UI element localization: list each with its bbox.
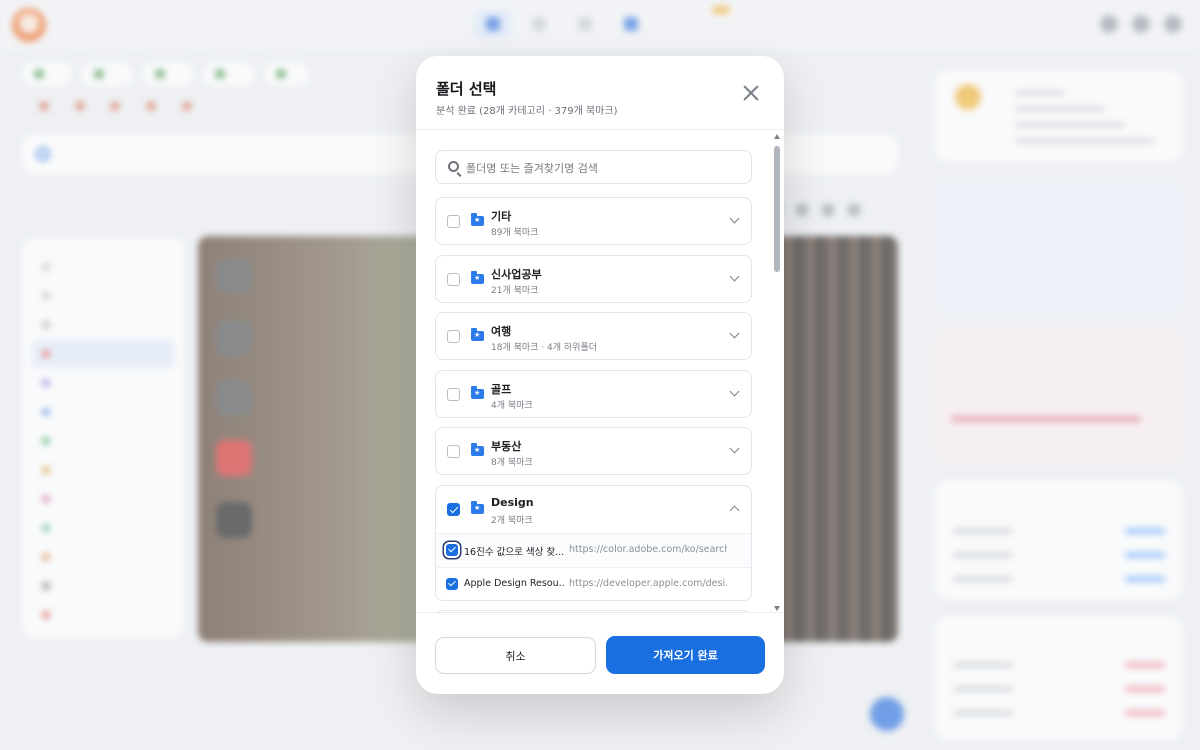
- scrollbar[interactable]: [773, 130, 781, 612]
- folder-name: 기타: [491, 210, 512, 223]
- folder-meta: 2개 북마크: [491, 516, 533, 526]
- bookmark-title: Apple Design Resou...: [464, 578, 564, 589]
- folder-meta: 89개 북마크: [491, 228, 539, 238]
- bookmark-title: 16진수 값으로 색상 찾...: [464, 547, 564, 558]
- bookmark-row[interactable]: Apple Design Resou... https://developer.…: [436, 567, 751, 600]
- folder-item-golf[interactable]: 골프 4개 북마크: [435, 370, 752, 418]
- bookmark-checkbox-checked[interactable]: [446, 578, 458, 590]
- folder-star-icon: [471, 271, 484, 284]
- folder-list-area[interactable]: 기타 89개 북마크 신사업공부 21개 북마크 여행 18개 북마크 · 4개…: [416, 130, 784, 612]
- folder-star-icon: [471, 443, 484, 456]
- scroll-down-arrow-icon[interactable]: [774, 606, 780, 611]
- close-icon[interactable]: [742, 84, 760, 102]
- scrollbar-thumb[interactable]: [774, 146, 780, 272]
- folder-item-travel[interactable]: 여행 18개 북마크 · 4개 하위폴더: [435, 312, 752, 360]
- folder-search-input[interactable]: [466, 158, 736, 178]
- folder-meta: 21개 북마크: [491, 286, 539, 296]
- scroll-up-arrow-icon[interactable]: [774, 134, 780, 139]
- folder-checkbox[interactable]: [447, 388, 460, 401]
- folder-checkbox[interactable]: [447, 215, 460, 228]
- folder-checkbox[interactable]: [447, 445, 460, 458]
- folder-checkbox[interactable]: [447, 330, 460, 343]
- folder-checkbox[interactable]: [447, 273, 460, 286]
- folder-item-design[interactable]: Design 2개 북마크 16진수 값으로 색상 찾... https://c…: [435, 485, 752, 601]
- folder-name: 신사업공부: [491, 268, 542, 281]
- bookmark-url: https://developer.apple.com/desi...: [569, 578, 727, 589]
- folder-item-new-business[interactable]: 신사업공부 21개 북마크: [435, 255, 752, 303]
- folder-search-box: [435, 150, 752, 184]
- cancel-button[interactable]: 취소: [435, 637, 596, 674]
- folder-meta: 8개 북마크: [491, 458, 533, 468]
- chevron-down-icon[interactable]: [729, 213, 740, 224]
- search-icon: [448, 161, 459, 172]
- divider: [416, 612, 784, 613]
- bookmark-url: https://color.adobe.com/ko/search: [569, 544, 727, 555]
- modal-title: 폴더 선택: [436, 80, 497, 98]
- chevron-down-icon[interactable]: [729, 328, 740, 339]
- folder-name: Design: [491, 496, 534, 509]
- folder-name: 부동산: [491, 440, 522, 453]
- chevron-down-icon[interactable]: [729, 271, 740, 282]
- folder-star-icon: [471, 386, 484, 399]
- import-complete-button[interactable]: 가져오기 완료: [606, 636, 765, 674]
- chevron-down-icon[interactable]: [729, 386, 740, 397]
- folder-name: 골프: [491, 383, 512, 396]
- chevron-up-icon[interactable]: [729, 505, 740, 516]
- folder-meta: 18개 북마크 · 4개 하위폴더: [491, 343, 598, 353]
- bookmark-row[interactable]: 16진수 값으로 색상 찾... https://color.adobe.com…: [436, 533, 751, 567]
- folder-star-icon: [471, 501, 484, 514]
- folder-star-icon: [471, 328, 484, 341]
- folder-star-icon: [471, 213, 484, 226]
- folder-select-modal: 폴더 선택 분석 완료 (28개 카테고리 · 379개 북마크) 기타 89개…: [416, 56, 784, 694]
- folder-name: 여행: [491, 325, 512, 338]
- chevron-down-icon[interactable]: [729, 443, 740, 454]
- folder-item-real-estate[interactable]: 부동산 8개 북마크: [435, 427, 752, 475]
- folder-item-gita[interactable]: 기타 89개 북마크: [435, 197, 752, 245]
- bookmark-checkbox-checked[interactable]: [446, 544, 458, 556]
- modal-subtitle: 분석 완료 (28개 카테고리 · 379개 북마크): [436, 106, 618, 117]
- folder-checkbox-checked[interactable]: [447, 503, 460, 516]
- folder-meta: 4개 북마크: [491, 401, 533, 411]
